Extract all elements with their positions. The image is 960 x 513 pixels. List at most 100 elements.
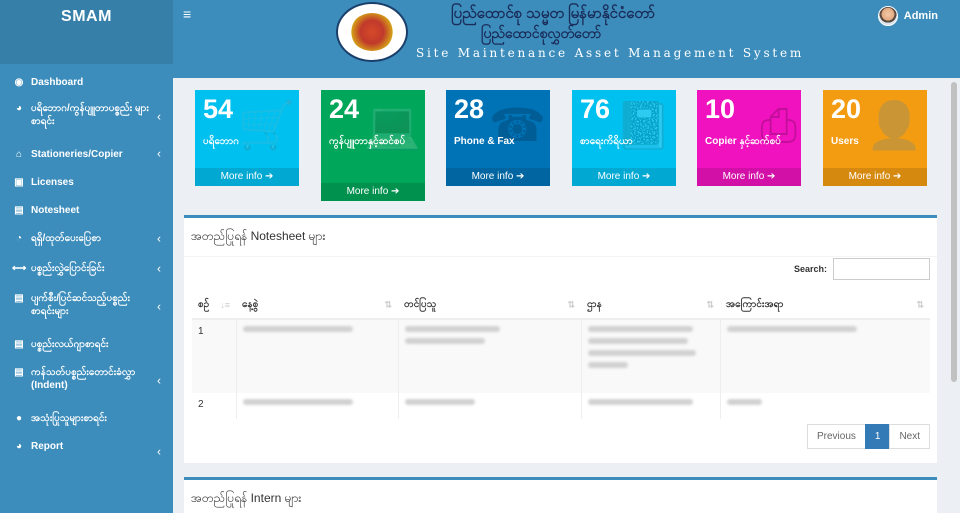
sidebar-item[interactable]: ▣ Licenses — [0, 168, 173, 196]
sidebar-item-label: Dashboard — [31, 77, 84, 88]
chevron-left-icon: ‹ — [157, 299, 161, 314]
sidebar-item-label: ပျက်စီး/ပြင်ဆင်သည့်ပစ္စည်း စာရင်းများ — [31, 293, 131, 317]
more-info-link[interactable]: More info ➔ — [697, 168, 801, 186]
pie-icon: ◔ — [15, 233, 23, 244]
subject-cell — [720, 319, 930, 393]
submitter-cell — [398, 319, 582, 393]
chevron-left-icon: ‹ — [157, 444, 161, 459]
sidebar-item[interactable]: ◕ Report ‹ — [0, 432, 173, 472]
home-icon: ⌂ — [15, 149, 23, 160]
save-icon: ▣ — [14, 177, 24, 188]
chevron-left-icon: ‹ — [157, 109, 161, 124]
info-tile: 👤 20 Users More info ➔ — [823, 90, 927, 186]
info-tile: 🛒 54 ပရိဘောဂ More info ➔ — [195, 90, 299, 186]
column-header-label: နေ့စွဲ — [242, 299, 259, 310]
column-header[interactable]: အကြောင်းအရာ ⇅ — [720, 291, 930, 320]
sidebar-item-label: ပရိဘောဂ/ကွန်ပျူတာပစ္စည်း များစာရင်း — [31, 103, 149, 127]
table-row[interactable]: 1 — [192, 319, 930, 393]
sidebar-item[interactable]: ▤ ပျက်စီး/ပြင်ဆင်သည့်ပစ္စည်း စာရင်းများ ‹ — [0, 284, 173, 330]
chevron-left-icon: ‹ — [157, 373, 161, 388]
info-tile: ⎙ 10 Copier နှင့်ဆက်စပ် More info ➔ — [697, 90, 801, 186]
more-info-link[interactable]: More info ➔ — [446, 168, 550, 186]
notesheet-panel: အတည်ပြုရန် Notesheet များ Search: စဉ် ↓≡ န… — [184, 215, 937, 463]
chart-icon: ◕ — [15, 441, 23, 452]
row-number: 2 — [192, 393, 237, 419]
more-info-link[interactable]: More info ➔ — [321, 183, 425, 201]
info-tile: ☎ 28 Phone & Fax More info ➔ — [446, 90, 550, 186]
file-icon: ▤ — [14, 367, 24, 378]
tile-count: 10 — [705, 94, 736, 124]
sort-icon: ⇅ — [916, 299, 924, 309]
panel-title: အတည်ပြုရန် Intern များ — [184, 480, 937, 513]
sidebar-nav: ◉ Dashboard ◕ ပရိဘောဂ/ကွန်ပျူတာပစ္စည်း များ… — [0, 64, 173, 472]
department-cell — [581, 319, 721, 393]
dashboard-icon: ◉ — [14, 77, 24, 88]
sidebar-item[interactable]: ◕ ပရိဘောဂ/ကွန်ပျူတာပစ္စည်း များစာရင်း ‹ — [0, 94, 173, 140]
search-box: Search: — [794, 258, 930, 280]
table-row[interactable]: 2 — [192, 393, 930, 419]
sidebar-item[interactable]: ◔ ရရှိ/ထုတ်ပေးပြေစာ ‹ — [0, 224, 173, 254]
tile-count: 20 — [831, 94, 862, 124]
globe-icon: ◕ — [15, 103, 23, 114]
app-title: SMAM — [61, 8, 112, 25]
subject-cell — [720, 393, 930, 419]
brand-subtitle: ပြည်ထောင်စုလွှတ်တော် — [481, 25, 602, 41]
state-emblem — [336, 2, 408, 62]
tile-label: ပရိဘောဂ — [203, 136, 239, 147]
page-1-button[interactable]: 1 — [864, 424, 891, 449]
app-logo[interactable]: SMAM — [0, 0, 173, 64]
sidebar-item[interactable]: ◉ Dashboard — [0, 68, 173, 94]
column-header[interactable]: ဌာန ⇅ — [581, 291, 720, 320]
more-info-link[interactable]: More info ➔ — [823, 168, 927, 186]
page-scrollbar[interactable] — [948, 78, 960, 513]
tile-label: ကွန်ပျူတာနှင့်ဆင်စပ် — [329, 136, 406, 147]
pagination: Previous 1 Next — [806, 424, 930, 449]
sidebar-item[interactable]: ⟷ ပစ္စည်းလွှဲပြောင်းခြင်း ‹ — [0, 254, 173, 284]
info-tile: 💻 24 ကွန်ပျူတာနှင့်ဆင်စပ် More info ➔ — [321, 90, 425, 201]
more-info-link[interactable]: More info ➔ — [572, 168, 676, 186]
next-button[interactable]: Next — [889, 424, 930, 449]
sidebar-item-label: Notesheet — [31, 205, 80, 216]
sidebar-item-label: ပစ္စည်းလွှဲပြောင်းခြင်း — [31, 263, 105, 274]
sidebar-item[interactable]: ▤ ပစ္စည်းလယ်ဂျာစာရင်း — [0, 330, 173, 358]
search-label: Search: — [793, 264, 827, 274]
user-name: Admin — [903, 10, 938, 22]
sidebar-item-label: အသုံးပြုသူများစာရင်း — [31, 413, 107, 424]
tile-count: 28 — [454, 94, 485, 124]
tile-label: Copier နှင့်ဆက်စပ် — [705, 136, 781, 147]
brand-title: ပြည်ထောင်စု သမ္မတ မြန်မာနိုင်ငံတော် — [451, 5, 656, 22]
sidebar-item[interactable]: ● အသုံးပြုသူများစာရင်း — [0, 404, 173, 432]
intern-panel: အတည်ပြုရန် Intern များ — [184, 477, 937, 513]
tile-label: စာရေးကိရိယာ — [580, 136, 633, 147]
hamburger-icon[interactable]: ≡ — [183, 6, 191, 22]
sidebar-item-label: Stationeries/Copier — [31, 149, 123, 160]
system-name: Site Maintenance Asset Management System — [416, 46, 805, 60]
tile-label: Phone & Fax — [454, 136, 515, 147]
sidebar-item[interactable]: ⌂ Stationeries/Copier ‹ — [0, 140, 173, 168]
previous-button[interactable]: Previous — [806, 424, 866, 449]
column-header[interactable]: နေ့စွဲ ⇅ — [236, 291, 398, 320]
sidebar-item[interactable]: ▤ ကန်သတ်ပစ္စည်းတောင်းခံလွှာ (Indent) ‹ — [0, 358, 173, 404]
sidebar-item-label: ပစ္စည်းလယ်ဂျာစာရင်း — [31, 339, 109, 350]
file-icon: ▤ — [14, 293, 24, 304]
date-cell — [236, 393, 399, 419]
submitter-cell — [398, 393, 582, 419]
column-header[interactable]: စဉ် ↓≡ — [192, 291, 236, 320]
avatar — [877, 6, 898, 26]
column-header-label: ဌာန — [587, 299, 602, 310]
sort-icon: ↓≡ — [220, 299, 230, 310]
sort-icon: ⇅ — [706, 299, 714, 309]
sort-icon: ⇅ — [567, 299, 575, 309]
search-input[interactable] — [833, 258, 930, 280]
tile-count: 76 — [580, 94, 611, 124]
tile-count: 24 — [329, 94, 360, 124]
user-menu[interactable]: Admin — [877, 6, 938, 26]
panel-title: အတည်ပြုရန် Notesheet များ — [184, 218, 937, 257]
file-icon: ▤ — [14, 205, 24, 216]
file-icon: ▤ — [14, 339, 24, 350]
more-info-link[interactable]: More info ➔ — [195, 168, 299, 186]
user-icon: ● — [15, 413, 23, 424]
column-header[interactable]: တင်ပြသူ ⇅ — [398, 291, 581, 320]
sidebar-item[interactable]: ▤ Notesheet — [0, 196, 173, 224]
column-header-label: တင်ပြသူ — [404, 299, 437, 310]
